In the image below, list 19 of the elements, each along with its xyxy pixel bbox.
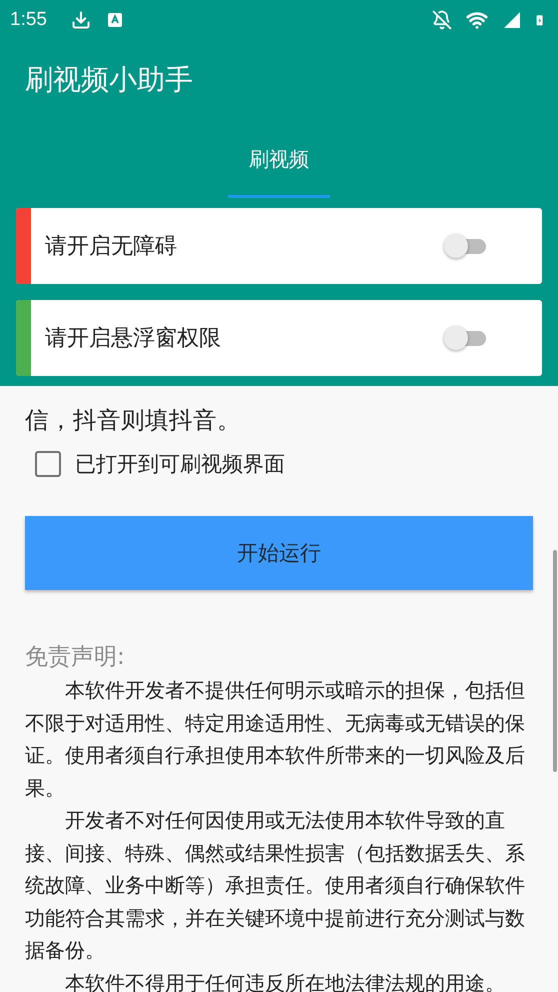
download-icon	[70, 10, 91, 30]
start-button[interactable]: 开始运行	[25, 516, 533, 590]
disclaimer-paragraph: 本软件开发者不提供任何明示或暗示的担保，包括但不限于对适用性、特定用途适用性、无病毒或无错误的保证。使用者须自行承担使用本软件所带来的一切风险及后果。	[25, 677, 526, 802]
disclaimer-paragraph: 开发者不对任何因使用或无法使用本软件导致的直接、间接、特殊、偶然或结果性损害（包括数据丢失、系统故障、业务中断等）承担责任。使用者须自行确保软件功能符合其需求，并在关键环境中提前进行充分测试与数据备份。	[25, 807, 526, 964]
toggle-switch[interactable]	[444, 233, 488, 259]
permission-label: 请开启悬浮窗权限	[44, 325, 222, 353]
toggle-switch[interactable]	[444, 325, 488, 351]
disclaimer-title: 免责声明:	[25, 643, 126, 672]
notifications-off-icon	[432, 10, 452, 30]
signal-icon	[502, 10, 522, 30]
status-time: 1:55	[10, 9, 47, 31]
app-title: 刷视频小助手	[24, 62, 194, 98]
wifi-icon	[466, 9, 488, 31]
checkbox-label: 已打开到可刷视频界面	[75, 451, 285, 478]
checkbox[interactable]	[35, 451, 61, 477]
disclaimer-paragraph: 本软件不得用于任何违反所在地法律法规的用途。	[64, 970, 506, 992]
hint-text: 信，抖音则填抖音。	[25, 405, 242, 436]
permission-label: 请开启无障碍	[44, 233, 178, 261]
tab[interactable]: 刷视频	[228, 120, 330, 198]
